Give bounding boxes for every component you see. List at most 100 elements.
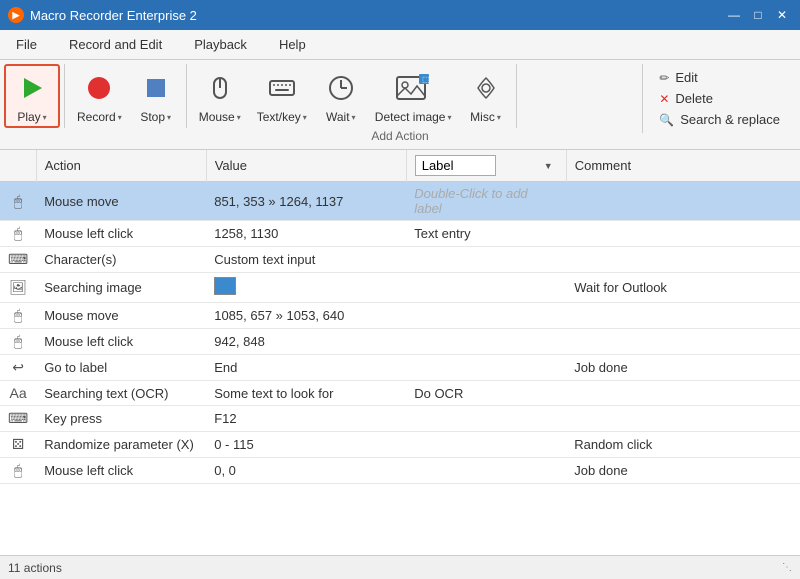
row-value [206, 273, 406, 303]
row-label: Double-Click to add label [406, 182, 566, 221]
record-label: Record▾ [77, 110, 122, 124]
mouse-button[interactable]: Mouse▾ [191, 64, 249, 128]
row-action: Mouse left click [36, 221, 206, 247]
svg-text:⬚: ⬚ [422, 75, 430, 84]
action-column-header: Action [36, 150, 206, 182]
wait-button[interactable]: Wait▾ [315, 64, 367, 128]
search-replace-button[interactable]: 🔍 Search & replace [651, 110, 788, 129]
row-icon: 🖱 [0, 329, 36, 355]
menu-playback[interactable]: Playback [178, 30, 263, 59]
image-thumbnail [214, 277, 236, 295]
row-icon: 🖱 [0, 221, 36, 247]
cross-icon: ✕ [659, 92, 669, 106]
row-value: 1258, 1130 [206, 221, 406, 247]
resize-handle: ⋱ [782, 562, 792, 573]
stop-button[interactable]: Stop▾ [130, 64, 182, 128]
row-icon: ⌨ [0, 247, 36, 273]
row-comment [566, 381, 800, 406]
table-row[interactable]: ↩Go to labelEndJob done [0, 355, 800, 381]
maximize-button[interactable]: □ [748, 5, 768, 25]
textkey-label: Text/key▾ [257, 110, 307, 124]
row-action: Key press [36, 406, 206, 432]
row-label: Do OCR [406, 381, 566, 406]
add-action-label: Add Action [371, 129, 428, 143]
action-table-container: Action Value Label All labels No label C… [0, 150, 800, 555]
statusbar: 11 actions ⋱ [0, 555, 800, 579]
wait-label: Wait▾ [326, 110, 356, 124]
row-label [406, 355, 566, 381]
row-comment: Random click [566, 432, 800, 458]
detect-image-button[interactable]: ⬚ Detect image▾ [367, 64, 460, 128]
row-action: Go to label [36, 355, 206, 381]
row-icon: 🖱 [0, 182, 36, 221]
label-filter-wrapper[interactable]: Label All labels No label [415, 155, 558, 176]
row-action: Randomize parameter (X) [36, 432, 206, 458]
minimize-button[interactable]: — [724, 5, 744, 25]
table-row[interactable]: 🖱Mouse move1085, 657 » 1053, 640 [0, 303, 800, 329]
play-button[interactable]: Play▾ [4, 64, 60, 128]
titlebar-left: ▶ Macro Recorder Enterprise 2 [8, 7, 197, 23]
menu-help[interactable]: Help [263, 30, 322, 59]
menu-record-edit[interactable]: Record and Edit [53, 30, 178, 59]
row-action: Mouse left click [36, 329, 206, 355]
row-comment [566, 182, 800, 221]
toolbar: Play▾ Record▾ Stop▾ [0, 60, 800, 150]
keyboard-icon [264, 70, 300, 106]
delete-label: Delete [675, 91, 713, 106]
play-label: Play▾ [17, 110, 46, 124]
mouse-icon [202, 70, 238, 106]
row-comment: Wait for Outlook [566, 273, 800, 303]
menu-file[interactable]: File [0, 30, 53, 59]
delete-button[interactable]: ✕ Delete [651, 89, 788, 108]
table-row[interactable]: ⌨Key pressF12 [0, 406, 800, 432]
toolbar-right-actions: ✏ Edit ✕ Delete 🔍 Search & replace [642, 64, 796, 133]
edit-label: Edit [675, 70, 697, 85]
row-icon: ⌨ [0, 406, 36, 432]
titlebar-controls[interactable]: — □ ✕ [724, 5, 792, 25]
misc-icon [468, 70, 504, 106]
table-row[interactable]: 🖱Mouse left click0, 0Job done [0, 458, 800, 484]
row-action: Character(s) [36, 247, 206, 273]
row-comment [566, 221, 800, 247]
value-column-header: Value [206, 150, 406, 182]
table-row[interactable]: 🖱Mouse left click1258, 1130Text entry [0, 221, 800, 247]
record-button[interactable]: Record▾ [69, 64, 130, 128]
close-button[interactable]: ✕ [772, 5, 792, 25]
stop-icon [138, 70, 174, 106]
action-table: Action Value Label All labels No label C… [0, 150, 800, 484]
row-value: F12 [206, 406, 406, 432]
table-row[interactable]: AaSearching text (OCR)Some text to look … [0, 381, 800, 406]
comment-column-header: Comment [566, 150, 800, 182]
textkey-button[interactable]: Text/key▾ [249, 64, 315, 128]
table-row[interactable]: 🖼Searching imageWait for Outlook [0, 273, 800, 303]
edit-button[interactable]: ✏ Edit [651, 68, 788, 87]
row-action: Mouse left click [36, 458, 206, 484]
misc-label: Misc▾ [470, 110, 501, 124]
row-value: 851, 353 » 1264, 1137 [206, 182, 406, 221]
menubar: File Record and Edit Playback Help [0, 30, 800, 60]
wait-icon [323, 70, 359, 106]
row-action: Mouse move [36, 182, 206, 221]
label-filter-select[interactable]: Label All labels No label [415, 155, 496, 176]
row-icon: 🖼 [0, 273, 36, 303]
row-action: Searching text (OCR) [36, 381, 206, 406]
misc-button[interactable]: Misc▾ [460, 64, 512, 128]
row-icon: 🖱 [0, 303, 36, 329]
table-row[interactable]: ⚄Randomize parameter (X)0 - 115Random cl… [0, 432, 800, 458]
row-icon: Aa [0, 381, 36, 406]
table-row[interactable]: 🖱Mouse left click942, 848 [0, 329, 800, 355]
table-row[interactable]: 🖱Mouse move851, 353 » 1264, 1137Double-C… [0, 182, 800, 221]
table-header-row: Action Value Label All labels No label C… [0, 150, 800, 182]
icon-column-header [0, 150, 36, 182]
row-comment [566, 303, 800, 329]
search-icon: 🔍 [659, 113, 674, 127]
label-column-header: Label All labels No label [406, 150, 566, 182]
pencil-icon: ✏ [659, 71, 669, 85]
row-value: Custom text input [206, 247, 406, 273]
row-label [406, 329, 566, 355]
table-row[interactable]: ⌨Character(s)Custom text input [0, 247, 800, 273]
mouse-label: Mouse▾ [199, 110, 241, 124]
titlebar-title: Macro Recorder Enterprise 2 [30, 8, 197, 23]
row-label [406, 303, 566, 329]
row-label [406, 406, 566, 432]
